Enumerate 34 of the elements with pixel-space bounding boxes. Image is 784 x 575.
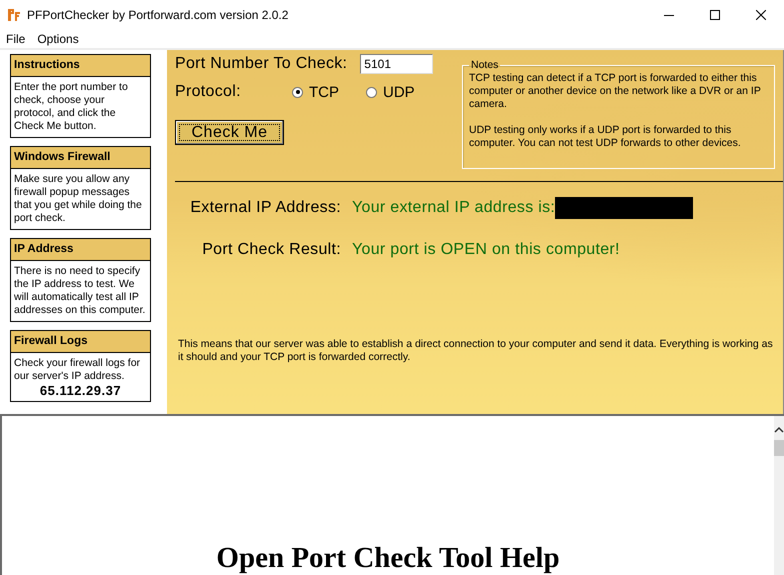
- card-heading: IP Address: [11, 239, 150, 261]
- result-explanation: This means that our server was able to establish a direct connection to your computer and send it data. Everything is working as it should and your TCP port is forwarded correctly.: [177, 338, 774, 364]
- app-logo-icon: [7, 8, 21, 22]
- radio-label[interactable]: UDP: [383, 84, 415, 100]
- card-text: Enter the port number to check, choose your protocol, and click the Check Me button.: [14, 81, 129, 133]
- card-text: There is no need to specify the IP address to test. We will automatically test all IP addresses on this computer.: [14, 265, 146, 317]
- radio-button[interactable]: [366, 86, 377, 98]
- radio-button[interactable]: [292, 86, 303, 98]
- field-label: Protocol:: [175, 83, 242, 101]
- maximize-icon: [710, 10, 720, 20]
- result-value: Your port is OPEN on this computer!: [352, 241, 620, 259]
- window-title: PFPortChecker by Portforward.com version 2.0.2: [27, 8, 290, 22]
- card-text: Check your firewall logs for our server's IP address.: [14, 357, 142, 383]
- card-heading: Firewall Logs: [11, 331, 150, 353]
- card-text: Make sure you allow any firewall popup messages that you get while doing the port check.: [14, 173, 143, 225]
- scroll-up-icon[interactable]: [774, 426, 784, 434]
- field-label: Port Number To Check:: [175, 55, 348, 73]
- server-ip-address: 65.112.29.37: [38, 384, 122, 397]
- note-text: UDP testing only works if a UDP port is forwarded to this computer. You can not test UDP forwards to other devices.: [469, 124, 742, 150]
- menu-item[interactable]: File: [0, 32, 32, 46]
- close-icon: [756, 10, 766, 20]
- port-input[interactable]: 5101: [360, 54, 434, 74]
- check-me-button[interactable]: Check Me: [175, 120, 284, 145]
- result-value: Your external IP address is:: [352, 199, 556, 217]
- help-heading: Open Port Check Tool Help: [216, 542, 560, 574]
- group-title: Notes: [470, 59, 500, 72]
- result-label: External IP Address:: [189, 199, 341, 217]
- result-label: Port Check Result:: [201, 241, 341, 259]
- scrollbar-thumb[interactable]: [774, 440, 784, 456]
- card-heading: Instructions: [11, 55, 150, 77]
- card-heading: Windows Firewall: [11, 147, 150, 169]
- note-text: TCP testing can detect if a TCP port is forwarded to either this computer or another device on the network like a DVR or an IP camera.: [469, 72, 762, 111]
- radio-label[interactable]: TCP: [309, 84, 339, 100]
- menu-item[interactable]: Options: [31, 32, 85, 46]
